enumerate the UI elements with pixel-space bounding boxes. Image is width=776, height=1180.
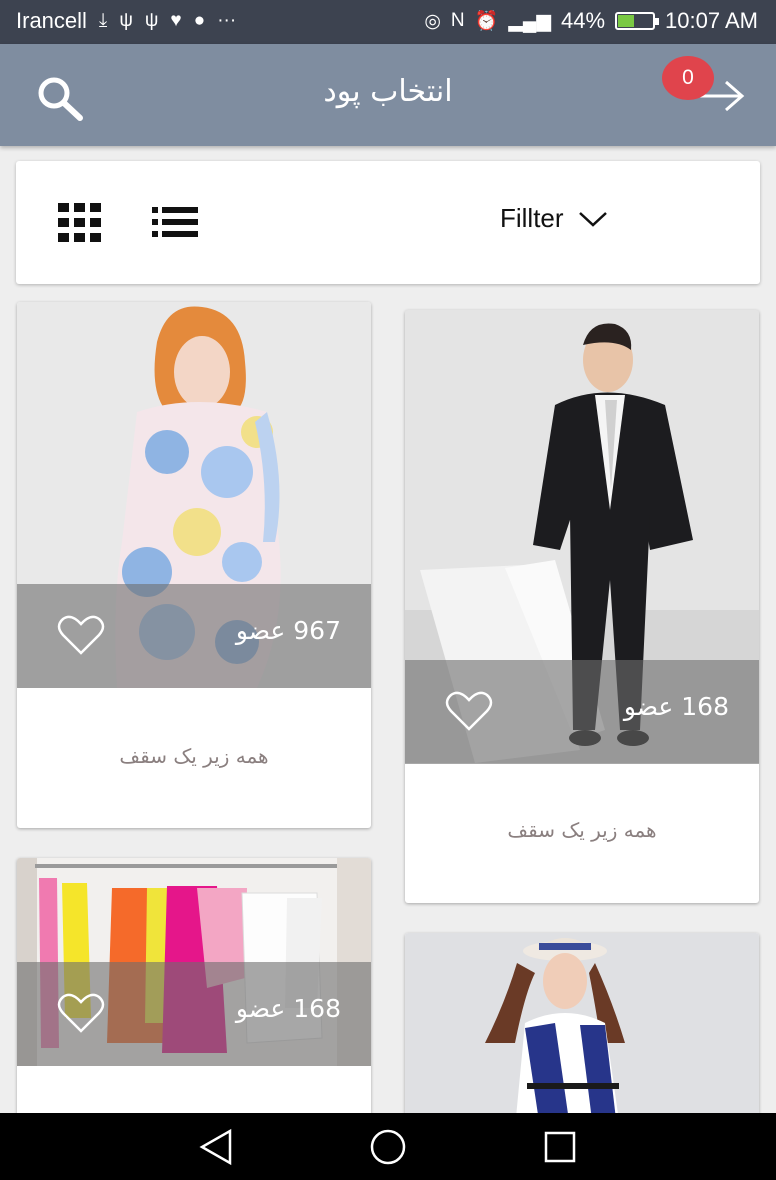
product-image xyxy=(405,933,759,1128)
card-overlay: 967 عضو xyxy=(17,584,371,688)
card-caption: همه زیر یک سقف xyxy=(119,744,269,768)
home-circle-icon xyxy=(370,1129,406,1165)
member-count: 967 عضو xyxy=(235,616,341,645)
recent-apps-button[interactable] xyxy=(540,1127,580,1167)
product-card[interactable]: 168 عضو xyxy=(17,858,371,1128)
card-caption: همه زیر یک سقف xyxy=(507,818,657,842)
battery-fill xyxy=(618,15,634,27)
carrier-name: Irancell xyxy=(16,8,87,33)
health-icon: ♥ xyxy=(170,10,182,31)
list-icon xyxy=(152,207,198,237)
status-bar: Irancell ⤓ ψ ψ ♥ ● ··· ◎ N ⏰ ▂▄▆ 44% 10:… xyxy=(0,0,776,44)
recent-square-icon xyxy=(544,1131,576,1163)
clock: 10:07 AM xyxy=(665,8,758,33)
nfc-icon: N xyxy=(450,10,465,31)
hotspot-icon: ◎ xyxy=(424,10,441,32)
heart-icon[interactable] xyxy=(445,690,493,732)
view-toolbar: Fillter xyxy=(16,161,760,284)
heart-icon[interactable] xyxy=(57,614,105,656)
usb-icon: ψ xyxy=(119,10,133,31)
product-card[interactable]: 168 عضو همه زیر یک سقف xyxy=(405,310,759,903)
alarm-icon: ⏰ xyxy=(474,11,499,32)
grid-view-button[interactable] xyxy=(58,203,104,243)
grid-icon xyxy=(58,203,101,242)
product-card[interactable]: 967 عضو همه زیر یک سقف xyxy=(17,302,371,828)
home-button[interactable] xyxy=(368,1127,408,1167)
back-button[interactable] xyxy=(196,1127,236,1167)
more-icon: ··· xyxy=(217,10,237,31)
product-card[interactable] xyxy=(405,933,759,1128)
notification-icon: ● xyxy=(193,10,206,31)
member-count: 168 عضو xyxy=(235,994,341,1023)
card-overlay: 168 عضو xyxy=(17,962,371,1066)
member-count: 168 عضو xyxy=(623,692,729,721)
filter-dropdown[interactable]: Fillter xyxy=(500,203,608,234)
usb-icon-2: ψ xyxy=(144,10,159,31)
filter-label: Fillter xyxy=(500,203,564,233)
app-bar: انتخاب پود 0 xyxy=(0,44,776,146)
page-title: انتخاب پود xyxy=(323,74,453,109)
download-icon: ⤓ xyxy=(98,10,108,31)
list-view-button[interactable] xyxy=(152,207,200,239)
cart-count-badge: 0 xyxy=(662,56,714,100)
chevron-down-icon xyxy=(578,211,607,227)
battery-icon xyxy=(615,12,660,30)
navigation-bar xyxy=(0,1113,776,1180)
back-triangle-icon xyxy=(199,1128,232,1166)
heart-icon[interactable] xyxy=(57,992,105,1034)
battery-percent: 44% xyxy=(561,8,606,33)
signal-icon: ▂▄▆ xyxy=(508,10,551,32)
card-overlay: 168 عضو xyxy=(405,660,759,764)
